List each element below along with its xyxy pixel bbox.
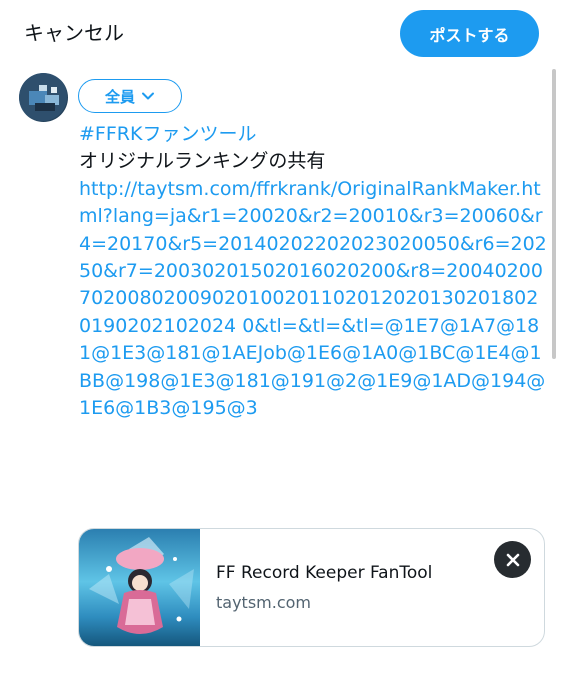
close-icon: [506, 553, 519, 566]
compose-post-screen: キャンセル ポストする 全員 #FFRKファンツール オリジナルランキングの共有…: [0, 0, 563, 677]
link-preview-card[interactable]: FF Record Keeper FanTool taytsm.com: [78, 528, 545, 647]
audience-selector[interactable]: 全員: [78, 79, 182, 113]
remove-card-button[interactable]: [494, 541, 531, 578]
url-link[interactable]: http://taytsm.com/ffrkrank/OriginalRankM…: [79, 176, 549, 423]
hashtag-link[interactable]: #FFRKファンツール: [79, 121, 549, 148]
chevron-down-icon: [142, 92, 154, 100]
avatar[interactable]: [19, 73, 68, 122]
post-body-text: オリジナルランキングの共有: [79, 150, 326, 173]
card-thumbnail: [79, 529, 200, 646]
card-domain: taytsm.com: [216, 592, 311, 612]
audience-label: 全員: [104, 87, 135, 106]
scrollbar[interactable]: [552, 69, 556, 359]
post-text[interactable]: #FFRKファンツール オリジナルランキングの共有 http://taytsm.…: [79, 121, 549, 422]
avatar-image: [19, 73, 67, 121]
post-button[interactable]: ポストする: [400, 10, 539, 57]
character-illustration: [89, 537, 194, 634]
cancel-button[interactable]: キャンセル: [24, 18, 124, 48]
